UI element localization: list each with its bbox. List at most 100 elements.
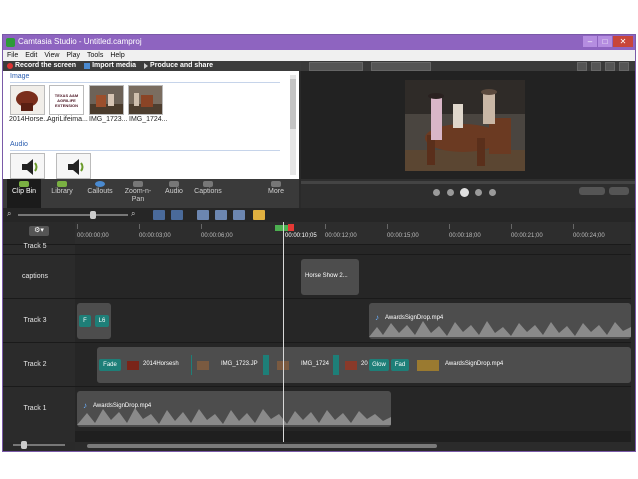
- canvas-size-dropdown[interactable]: [309, 62, 363, 71]
- playhead-end-marker[interactable]: [288, 224, 294, 231]
- menu-help[interactable]: Help: [110, 50, 124, 61]
- tab-zoom-n-pan[interactable]: Zoom-n-Pan: [119, 179, 157, 208]
- audio-waveform: [369, 321, 631, 337]
- produce-label: Produce and share: [150, 62, 214, 69]
- track-options-gear-icon[interactable]: ⚙▾: [29, 226, 49, 236]
- seek-bar[interactable]: [301, 181, 635, 184]
- thumb-img1724[interactable]: [128, 85, 163, 115]
- timeline-zoom-slider[interactable]: [18, 211, 128, 219]
- audio-clip-2[interactable]: [56, 153, 91, 179]
- clip-bin-scrollbar[interactable]: [290, 75, 296, 175]
- clip-bin-panel: Image 2014Horse... TEXAS A&M AGRILIFE EX…: [3, 71, 299, 179]
- transition-marker[interactable]: F: [79, 315, 91, 327]
- fast-forward-button[interactable]: [475, 189, 482, 196]
- ruler-tick: [449, 224, 450, 229]
- track3-awards-clip[interactable]: AwardsSignDrop.mp4 ♪: [369, 303, 631, 339]
- scrollbar-thumb[interactable]: [290, 79, 296, 129]
- track2-sequence: Fade 2014Horsesh IMG_1723.JP IMG_1724 20…: [97, 347, 631, 383]
- fade-transition[interactable]: Fade: [99, 359, 121, 371]
- record-screen-button[interactable]: Record the screen: [7, 61, 76, 71]
- track2-clip-label[interactable]: AwardsSignDrop.mp4: [445, 361, 503, 367]
- tab-label: Audio: [165, 188, 183, 195]
- copy-button[interactable]: [215, 210, 227, 220]
- ruler-tick: [139, 224, 140, 229]
- thumb-agrilife[interactable]: TEXAS A&M AGRILIFE EXTENSION: [49, 85, 84, 115]
- video-preview-frame: [405, 80, 525, 171]
- track1-awards-clip[interactable]: ♪ AwardsSignDrop.mp4: [77, 391, 391, 427]
- menu-file[interactable]: File: [7, 50, 18, 61]
- track2-clip-label[interactable]: 20: [361, 361, 368, 367]
- saddle-image: [11, 86, 44, 114]
- zoom-in-icon[interactable]: ⌕: [131, 209, 135, 219]
- track-height-handle[interactable]: [21, 441, 27, 449]
- tab-label: Clip Bin: [11, 188, 37, 195]
- timeline-ruler[interactable]: 00:00:00;00 00:00:03;00 00:00:06;00 00:0…: [75, 222, 631, 244]
- thumb-label: AgriLifeima...: [47, 116, 88, 123]
- saddle-mini-thumb: [127, 361, 139, 370]
- transition-marker[interactable]: L6: [95, 315, 109, 327]
- tab-more[interactable]: More: [261, 179, 291, 208]
- ruler-tick: [325, 224, 326, 229]
- close-button[interactable]: ✕: [613, 36, 633, 47]
- track-header-captions[interactable]: captions: [3, 254, 75, 299]
- transition-marker[interactable]: [333, 355, 339, 375]
- thumb-2014horse[interactable]: [10, 85, 45, 115]
- timeline-toolbar: ⌕ ⌕: [3, 208, 635, 222]
- menu-play[interactable]: Play: [66, 50, 80, 61]
- tab-clip-bin[interactable]: Clip Bin: [7, 179, 41, 208]
- zoom-dropdown[interactable]: [371, 62, 431, 71]
- glow-transition[interactable]: Glow: [369, 359, 389, 371]
- preview-close-button[interactable]: [619, 62, 629, 71]
- track2-clip-label[interactable]: 2014Horsesh: [143, 361, 179, 367]
- split-button[interactable]: [253, 210, 265, 220]
- thumb-img1723[interactable]: [89, 85, 124, 115]
- produce-share-button[interactable]: Produce and share: [144, 61, 213, 71]
- skip-back-button[interactable]: [433, 189, 440, 196]
- ruler-label: 00:00:12;00: [325, 233, 357, 239]
- tab-label: More: [268, 188, 284, 195]
- menu-tools[interactable]: Tools: [87, 50, 103, 61]
- fade-transition-2[interactable]: Fad: [391, 359, 409, 371]
- minimize-button[interactable]: –: [583, 36, 597, 47]
- play-button[interactable]: [460, 188, 469, 197]
- transition-marker[interactable]: [263, 355, 269, 375]
- record-icon: [7, 63, 13, 69]
- tab-captions[interactable]: Captions: [191, 179, 225, 208]
- import-icon: [84, 63, 91, 69]
- undo-button[interactable]: [153, 210, 165, 220]
- track-header-3[interactable]: Track 3: [3, 298, 75, 343]
- paste-button[interactable]: [233, 210, 245, 220]
- track2-clip-label[interactable]: IMG_1723.JP: [221, 361, 258, 367]
- maximize-button[interactable]: □: [598, 36, 612, 47]
- cut-button[interactable]: [197, 210, 209, 220]
- tab-library[interactable]: Library: [45, 179, 79, 208]
- redo-button[interactable]: [171, 210, 183, 220]
- track2-clip-label[interactable]: IMG_1724: [301, 361, 329, 367]
- track3-short-clip[interactable]: F L6: [77, 303, 111, 339]
- playhead[interactable]: [283, 222, 284, 444]
- preview-fullscreen-button[interactable]: [591, 62, 601, 71]
- more-icon: [271, 181, 281, 187]
- tab-callouts[interactable]: Callouts: [83, 179, 117, 208]
- audio-clip-1[interactable]: [10, 153, 45, 179]
- scrollbar-thumb[interactable]: [87, 444, 437, 448]
- menu-view[interactable]: View: [44, 50, 59, 61]
- zoom-slider-handle[interactable]: [90, 211, 96, 219]
- timeline-horizontal-scrollbar[interactable]: [75, 442, 631, 450]
- import-media-button[interactable]: Import media: [84, 61, 136, 71]
- preview-detach-button[interactable]: [605, 62, 615, 71]
- rewind-button[interactable]: [447, 189, 454, 196]
- track-header-2[interactable]: Track 2: [3, 342, 75, 387]
- skip-forward-button[interactable]: [489, 189, 496, 196]
- tab-audio[interactable]: Audio: [159, 179, 189, 208]
- window-title: Camtasia Studio - Untitled.camproj: [18, 37, 142, 46]
- preview-option-button[interactable]: [577, 62, 587, 71]
- menu-edit[interactable]: Edit: [25, 50, 37, 61]
- timeline-tracks: Horse Show 2... F L6 AwardsSignDrop.mp4 …: [75, 244, 631, 442]
- ruler-label: 00:00:06;00: [201, 233, 233, 239]
- caption-clip[interactable]: Horse Show 2...: [301, 259, 359, 295]
- track-height-slider[interactable]: [13, 441, 65, 449]
- track-header-1[interactable]: Track 1: [3, 386, 75, 431]
- audio-section-divider: [10, 150, 280, 151]
- zoom-out-icon[interactable]: ⌕: [7, 209, 11, 219]
